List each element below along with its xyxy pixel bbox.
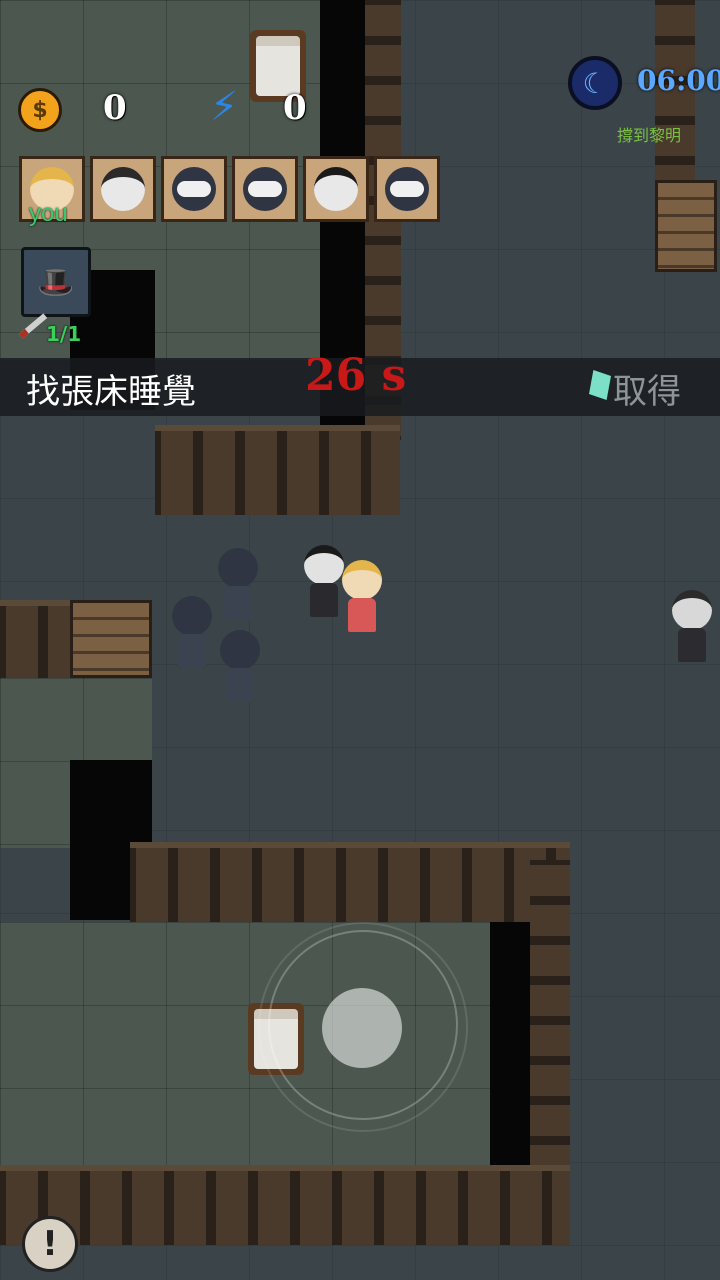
npc-gentleman xyxy=(672,590,712,662)
wall-upper-room-bottom xyxy=(155,425,400,515)
wall-left-mid xyxy=(0,600,70,678)
energy-count: 0 xyxy=(283,88,307,128)
crate-left-mid xyxy=(70,600,152,678)
obtain-button[interactable]: 取得 xyxy=(613,364,681,413)
npc-hooded-2 xyxy=(172,596,212,668)
crate-upper-right xyxy=(655,180,717,272)
wall-lower-room-top xyxy=(130,842,570,922)
wall-lower-room-bottom xyxy=(0,1165,570,1245)
wall-lower-room-right xyxy=(530,860,570,1170)
player-character xyxy=(342,560,382,632)
task-timer: 26 s xyxy=(305,350,407,401)
joystick-knob[interactable] xyxy=(322,988,402,1068)
killer-portrait[interactable]: 🎩 xyxy=(21,247,91,317)
hooded-portrait-2[interactable] xyxy=(232,156,298,222)
you-label: you xyxy=(29,200,68,227)
npc-hooded-1 xyxy=(218,548,258,620)
coin-icon: $ xyxy=(18,88,62,132)
hooded-portrait-1[interactable] xyxy=(161,156,227,222)
pale-man-portrait[interactable] xyxy=(303,156,369,222)
task-label: 找張床睡覺 xyxy=(26,372,196,412)
npc-hooded-3 xyxy=(220,630,260,702)
coin-count: 0 xyxy=(103,88,127,128)
gentleman-portrait[interactable] xyxy=(90,156,156,222)
void-lower-room-right xyxy=(490,922,530,1167)
hooded-portrait-3[interactable] xyxy=(374,156,440,222)
npc-pale-man xyxy=(304,545,344,617)
energy-icon: ⚡ xyxy=(210,84,239,130)
alert-button[interactable]: ! xyxy=(22,1216,78,1272)
kill-count: 1/1 xyxy=(46,322,82,346)
night-clock-icon: ☾ xyxy=(568,56,622,110)
objective-hint: 撐到黎明 xyxy=(617,126,682,145)
clock-time: 06:00 xyxy=(637,64,720,97)
player-portraits xyxy=(19,156,440,222)
